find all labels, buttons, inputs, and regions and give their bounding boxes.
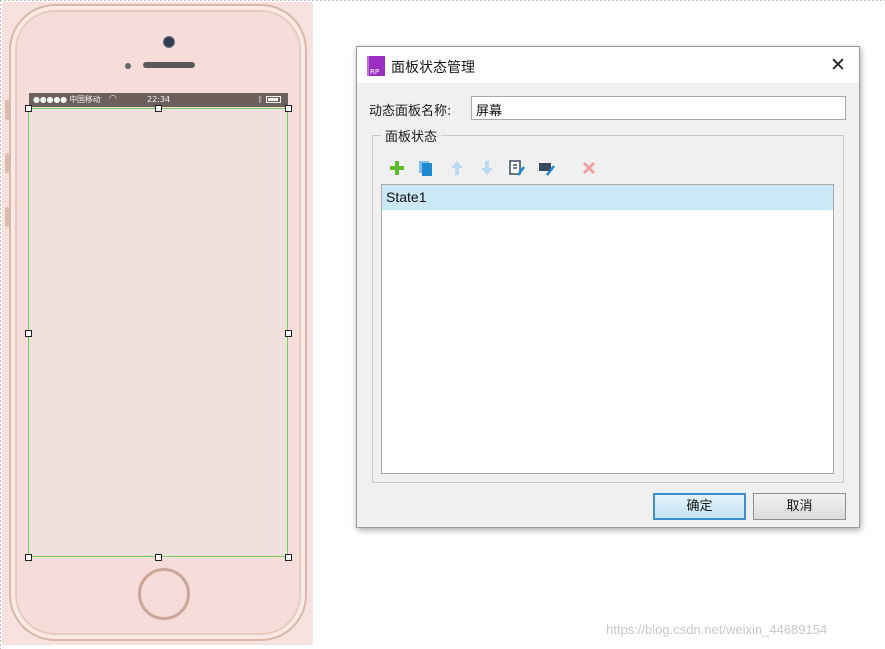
close-icon[interactable]: ✕	[825, 53, 851, 77]
resize-handle-bottom-left[interactable]	[25, 554, 32, 561]
resize-handle-top-center[interactable]	[155, 105, 162, 112]
state-list-item[interactable]: State1	[382, 185, 833, 210]
edit-all-icon[interactable]	[538, 159, 556, 177]
phone-volume-up	[5, 153, 9, 173]
ruler-left	[0, 0, 1, 649]
phone-mute-switch	[5, 100, 9, 120]
bluetooth-icon: ᛒ	[258, 95, 263, 104]
watermark: https://blog.csdn.net/weixin_44689154	[606, 622, 828, 637]
resize-handle-bottom-center[interactable]	[155, 554, 162, 561]
resize-handle-bottom-right[interactable]	[285, 554, 292, 561]
axure-app-icon: RP	[367, 56, 385, 76]
resize-handle-top-right[interactable]	[285, 105, 292, 112]
ruler-top	[0, 0, 885, 1]
resize-handle-middle-right[interactable]	[285, 330, 292, 337]
delete-icon[interactable]	[580, 159, 598, 177]
move-down-icon[interactable]	[478, 159, 496, 177]
ok-button[interactable]: 确定	[653, 493, 746, 520]
panel-state-dialog: RP 面板状态管理 ✕ 动态面板名称: 屏幕 面板状态 State1 确定 取消	[356, 46, 860, 528]
panel-name-input[interactable]: 屏幕	[471, 96, 846, 120]
phone-volume-down	[5, 207, 9, 227]
duplicate-icon[interactable]	[417, 159, 435, 177]
resize-handle-top-left[interactable]	[25, 105, 32, 112]
panel-states-label: 面板状态	[381, 126, 442, 145]
phone-speaker-icon	[143, 62, 195, 68]
carrier-label: ●●●●● 中国移动	[33, 95, 101, 104]
battery-icon	[266, 96, 281, 103]
dialog-title: 面板状态管理	[391, 60, 475, 76]
dynamic-panel-screen[interactable]	[28, 108, 288, 557]
phone-home-button	[138, 568, 190, 620]
phone-sensor-icon	[125, 63, 131, 69]
wifi-icon: ◠	[109, 94, 117, 104]
cancel-button[interactable]: 取消	[753, 493, 846, 520]
move-up-icon[interactable]	[448, 159, 466, 177]
panel-name-label: 动态面板名称:	[369, 104, 452, 119]
phone-camera-icon	[163, 36, 175, 48]
add-icon[interactable]	[388, 159, 406, 177]
edit-state-icon[interactable]	[508, 159, 526, 177]
dialog-titlebar[interactable]: RP 面板状态管理 ✕	[357, 47, 859, 83]
state-list[interactable]: State1	[381, 184, 834, 474]
resize-handle-middle-left[interactable]	[25, 330, 32, 337]
